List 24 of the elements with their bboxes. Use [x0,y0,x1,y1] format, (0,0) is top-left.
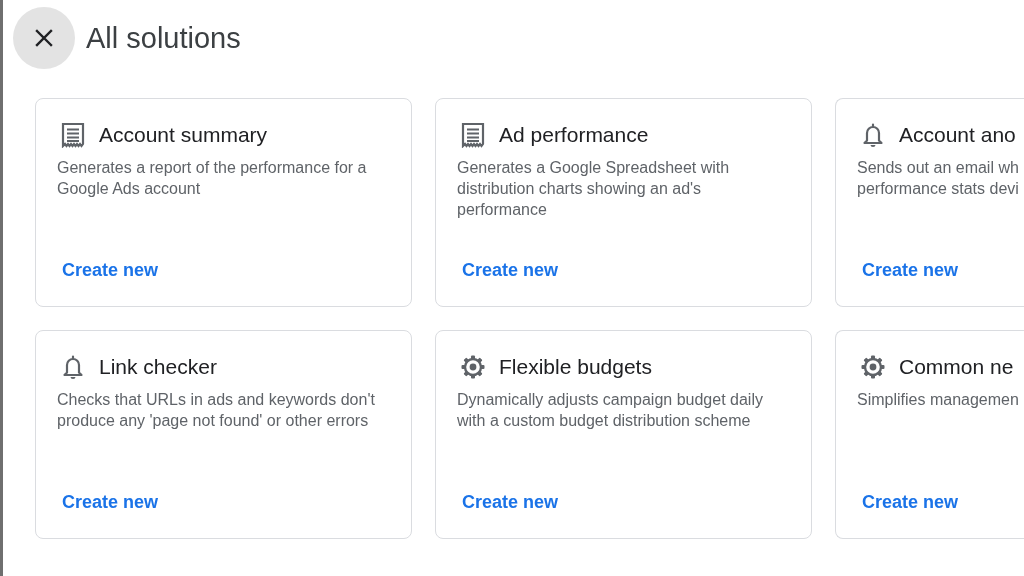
card-title: Flexible budgets [499,354,652,380]
card-description: Dynamically adjusts campaign budget daily with a custom budget distribution scheme [456,390,763,431]
card-title: Link checker [99,354,217,380]
close-icon [35,29,53,47]
page-title: All solutions [86,21,241,55]
gear-icon [460,354,486,380]
create-new-link[interactable]: Create new [57,256,164,284]
card-description: Sends out an email wh performance stats devi [856,158,1019,199]
document-icon [60,122,86,148]
card-title: Ad performance [499,122,649,148]
create-new-link[interactable]: Create new [457,256,564,284]
create-new-link[interactable]: Create new [457,488,564,516]
card-description: Checks that URLs in ads and keywords don't produce any 'page not found' or other errors [56,390,375,431]
document-icon [460,122,486,148]
card-description: Generates a Google Spreadsheet with distribution charts showing an ad's performance [456,158,730,220]
card-title: Account ano [899,122,1016,148]
create-new-link[interactable]: Create new [57,488,164,516]
create-new-link[interactable]: Create new [857,488,964,516]
card-title: Common ne [899,354,1014,380]
create-new-link[interactable]: Create new [857,256,964,284]
card-description: Simplifies managemen [856,390,1019,410]
gear-icon [860,354,886,380]
card-description: Generates a report of the performance for a Google Ads account [56,158,367,199]
card-title: Account summary [99,122,268,148]
